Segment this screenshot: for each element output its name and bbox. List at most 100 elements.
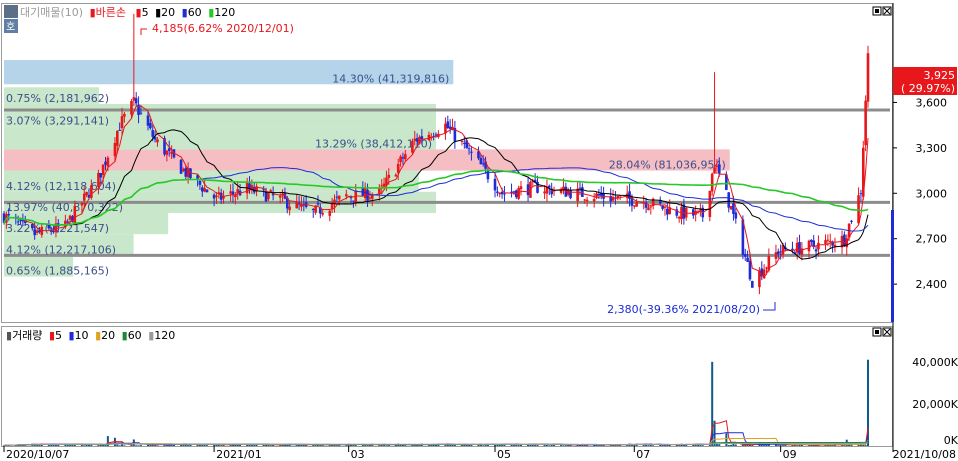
candle-body	[498, 192, 502, 195]
price-tick-label: 3,600	[916, 96, 948, 109]
candle-body	[585, 199, 589, 202]
candle-body	[710, 173, 714, 192]
candle-body	[99, 173, 103, 178]
candle-body	[448, 126, 452, 129]
supply-zone-label: 0.65% (1,885,165)	[6, 265, 109, 278]
volume-bar	[220, 445, 223, 446]
candle-body	[666, 208, 669, 215]
volume-bar	[864, 445, 867, 446]
volume-bar	[517, 445, 520, 446]
volume-bar	[411, 445, 414, 446]
legend-price: 대기매물(10) ▮바른손 ▮5 ▮20 ▮60 ▮120	[20, 6, 235, 19]
volume-bar	[678, 445, 681, 446]
candle-body	[394, 174, 398, 177]
volume-bar	[779, 445, 782, 446]
candle-body	[337, 195, 341, 200]
candle-body	[411, 141, 414, 153]
candle-body	[463, 142, 466, 144]
candle-body	[267, 192, 270, 200]
candle-body	[368, 197, 372, 199]
volume-bar	[777, 445, 780, 446]
candle-body	[713, 167, 716, 174]
candle-body	[774, 252, 778, 259]
candle-body	[215, 195, 218, 197]
candle-body	[446, 121, 450, 128]
candle-body	[229, 191, 232, 194]
candle-body	[751, 281, 754, 288]
candle-body	[595, 193, 598, 197]
legend-ma60: 60	[188, 6, 202, 19]
candle-body	[149, 122, 152, 129]
candle-body	[493, 178, 497, 191]
candle-body	[732, 203, 735, 214]
candle-body	[35, 230, 39, 233]
candle-body	[269, 190, 273, 192]
price-pane-restore-icon[interactable]	[872, 6, 882, 16]
candle-body	[460, 141, 464, 143]
legend-ma5: 5	[142, 6, 149, 19]
candle-body	[828, 240, 832, 242]
candle-body	[420, 136, 424, 140]
candle-body	[165, 150, 169, 155]
candle-body	[512, 191, 516, 193]
volume-bar	[321, 445, 324, 446]
candle-body	[798, 242, 801, 254]
candle-body	[151, 130, 155, 137]
volume-bar	[862, 444, 865, 446]
last-change-label: ( 29.97%)	[901, 82, 955, 95]
volume-bar	[732, 443, 735, 446]
candle-body	[401, 157, 405, 159]
legend-vma120: 120	[154, 329, 175, 342]
volume-bar	[404, 445, 407, 446]
candle-body	[486, 170, 490, 180]
candle-body	[729, 206, 733, 210]
candle-body	[826, 239, 830, 241]
volume-bar	[187, 445, 190, 446]
volume-bar	[137, 445, 140, 446]
volume-tick-label: 40,000K	[912, 356, 958, 369]
candle-body	[647, 207, 650, 211]
volume-tick-label: 0K	[944, 434, 958, 447]
volume-bar	[496, 444, 499, 446]
volume-bar	[366, 445, 369, 446]
candle-body	[288, 206, 291, 211]
chart-menu-icon[interactable]	[4, 5, 18, 18]
candle-body	[156, 139, 159, 143]
candle-body	[649, 206, 653, 208]
candle-body	[118, 129, 121, 131]
volume-bar	[156, 445, 159, 446]
candle-body	[134, 98, 138, 104]
volume-bar	[576, 445, 579, 446]
volume-bar	[548, 445, 551, 446]
candle-body	[38, 230, 41, 233]
price-tick-label: 2,700	[916, 233, 948, 246]
candle-body	[481, 163, 485, 165]
volume-bar	[269, 445, 272, 446]
volume-bar	[102, 444, 105, 446]
candle-body	[628, 191, 631, 199]
candle-body	[205, 189, 209, 193]
legend-vma20: 20	[101, 329, 115, 342]
candle-body	[380, 185, 384, 187]
candle-body	[583, 199, 587, 201]
volume-bar	[24, 445, 27, 446]
date-tick-label: 09	[783, 448, 797, 461]
price-pane-close-icon[interactable]	[882, 6, 892, 16]
high-annotation: 4,185(6.62% 2020/12/01)	[152, 22, 294, 35]
candle-body	[765, 267, 768, 269]
candle-body	[479, 157, 483, 165]
volume-bar	[460, 445, 463, 446]
volume-pane-close-icon[interactable]	[882, 327, 892, 337]
candle-body	[503, 193, 506, 195]
candle-body	[597, 193, 601, 196]
candle-body	[146, 115, 150, 126]
volume-bar	[206, 445, 209, 446]
candle-body	[123, 113, 126, 117]
volume-pane-restore-icon[interactable]	[872, 327, 882, 337]
supply-zone-label: 14.30% (41,319,816)	[332, 72, 449, 85]
candle-body	[120, 116, 124, 128]
candle-body	[132, 97, 136, 101]
candle-body	[807, 240, 811, 252]
low-marker-arrow	[763, 302, 776, 311]
candle-body	[578, 187, 582, 189]
